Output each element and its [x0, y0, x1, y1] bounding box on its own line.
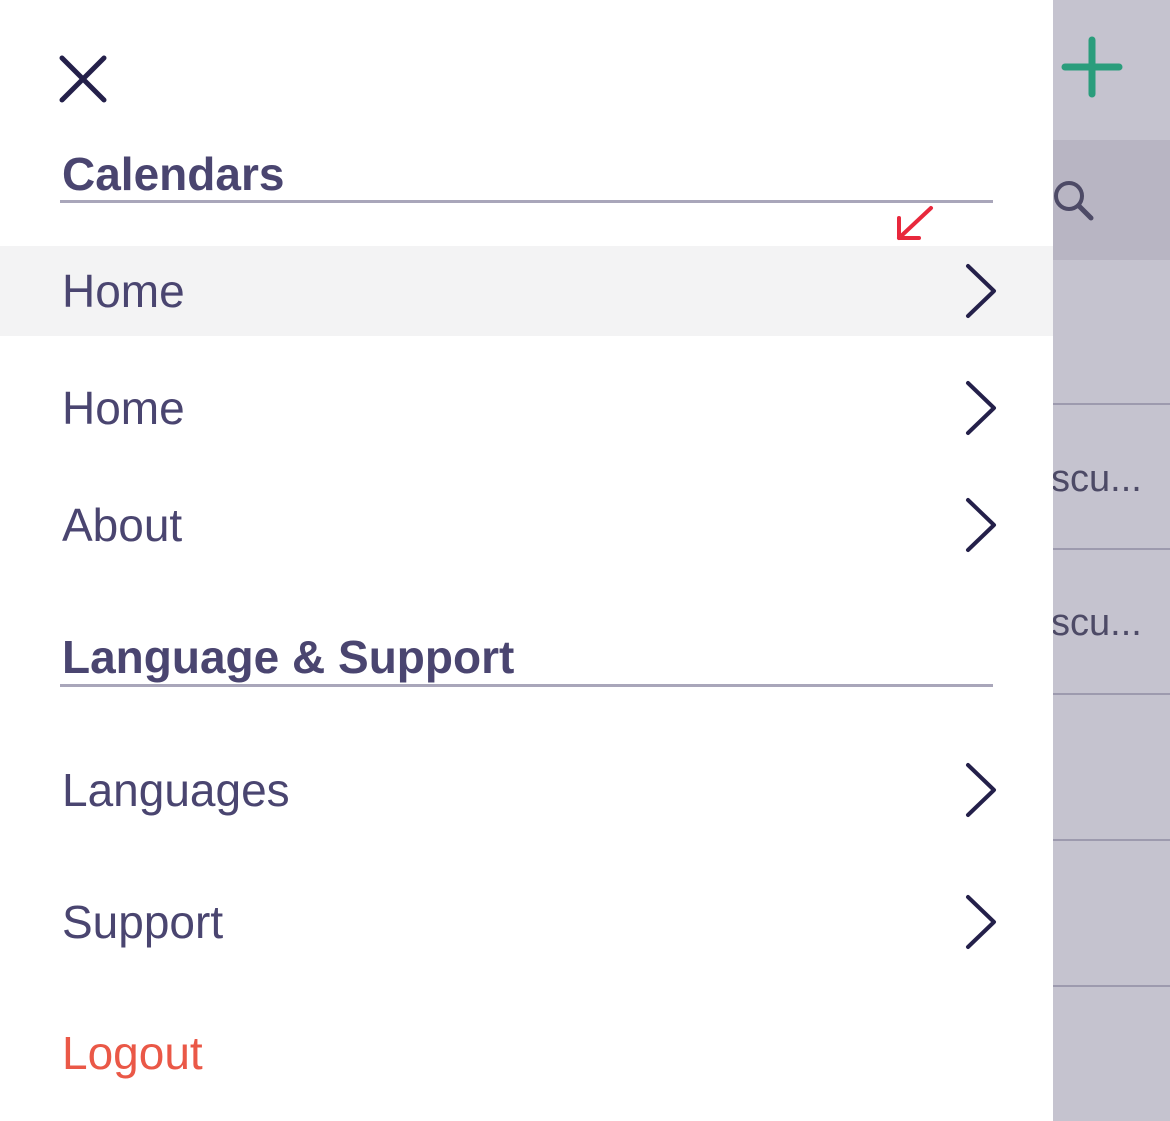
menu-item-label: Languages — [62, 764, 290, 816]
menu-item-label: About — [62, 499, 183, 551]
section-divider — [60, 684, 993, 687]
section-title-language-support: Language & Support — [62, 631, 515, 683]
search-icon — [1054, 181, 1094, 221]
section-divider — [60, 200, 993, 203]
menu-item-about[interactable]: About — [0, 480, 1053, 570]
chevron-right-icon — [966, 763, 996, 817]
divider — [1053, 985, 1170, 987]
menu-item-label: Home — [62, 382, 185, 434]
menu-item-support[interactable]: Support — [0, 877, 1053, 967]
chevron-right-icon — [966, 264, 996, 318]
divider — [1053, 839, 1170, 841]
menu-item-languages[interactable]: Languages — [0, 745, 1053, 835]
background-app: scu... scu... — [1053, 0, 1170, 1121]
chevron-right-icon — [966, 895, 996, 949]
divider — [1053, 693, 1170, 695]
menu-item-label: Home — [62, 265, 185, 317]
background-row-text: scu... — [1053, 458, 1142, 500]
logout-button[interactable]: Logout — [0, 1008, 1053, 1098]
background-row-text: scu... — [1053, 602, 1142, 644]
navigation-drawer: Calendars Home Home About Language & Sup… — [0, 0, 1053, 1121]
section-title-calendars: Calendars — [62, 148, 285, 200]
menu-item-home[interactable]: Home — [0, 363, 1053, 453]
plus-icon[interactable] — [1061, 36, 1123, 98]
close-icon[interactable] — [56, 52, 110, 106]
chevron-right-icon — [966, 381, 996, 435]
annotation-arrow-icon — [897, 206, 933, 240]
divider — [1053, 403, 1170, 405]
chevron-right-icon — [966, 498, 996, 552]
menu-item-label: Support — [62, 896, 224, 948]
logout-label: Logout — [62, 1027, 203, 1079]
menu-item-home[interactable]: Home — [0, 246, 1053, 336]
divider — [1053, 548, 1170, 550]
